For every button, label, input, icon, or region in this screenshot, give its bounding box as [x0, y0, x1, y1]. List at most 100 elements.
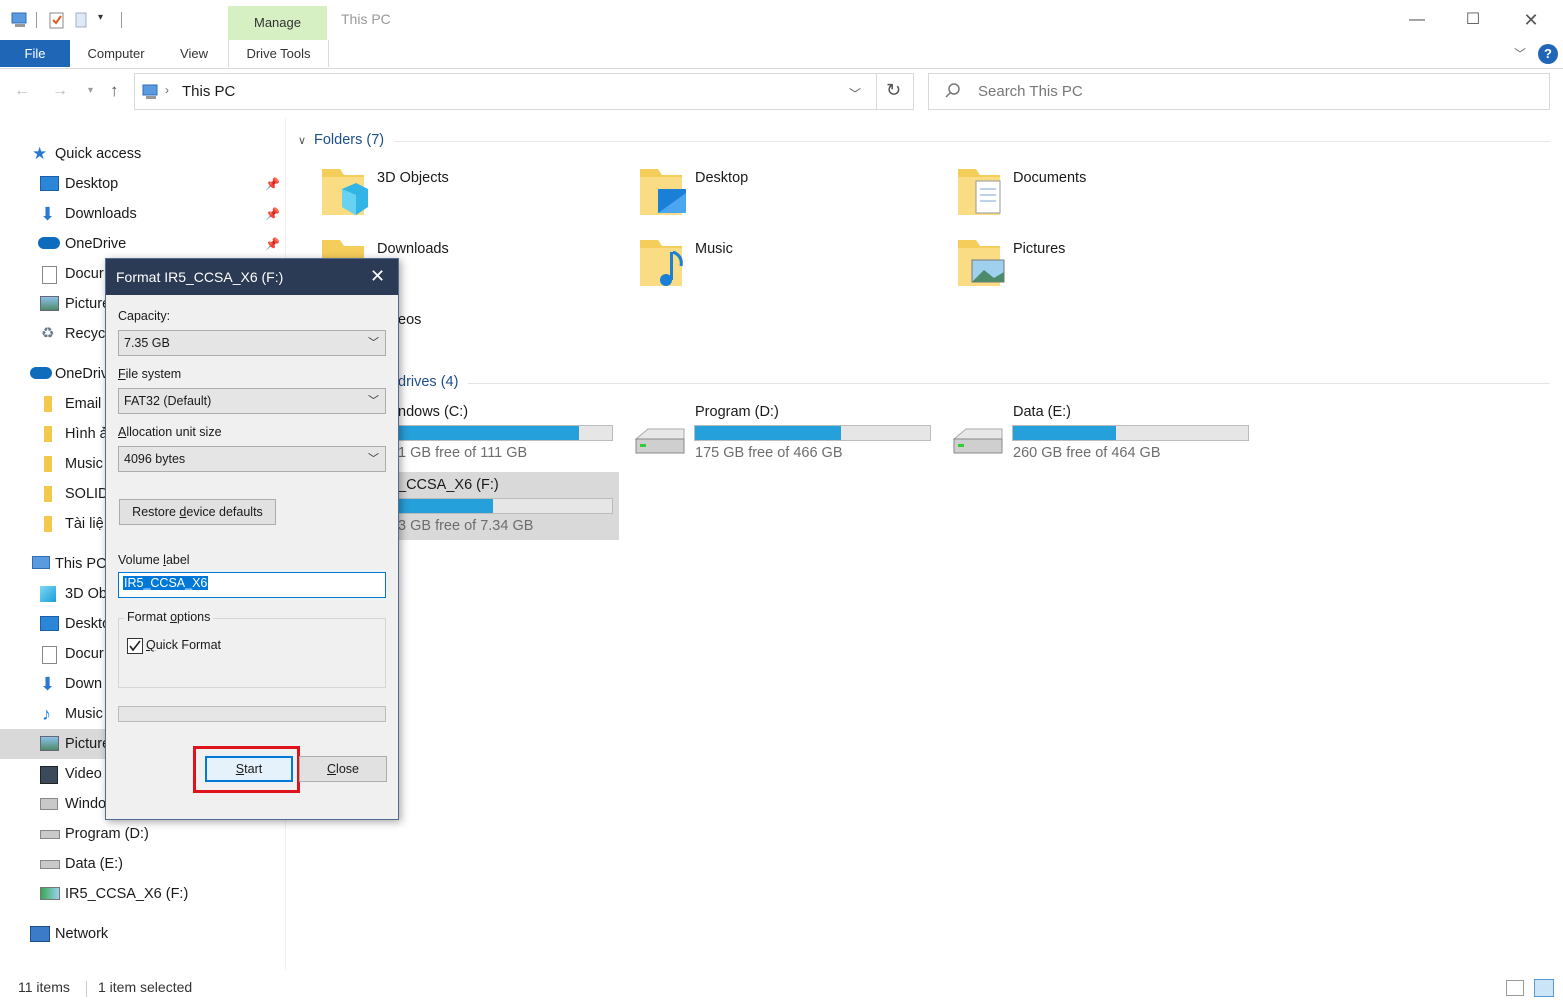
folder-label[interactable]: 3D Objects [377, 170, 449, 186]
folder-3d-objects-icon[interactable] [318, 163, 370, 219]
capacity-select[interactable]: 7.35 GB ﹀ [118, 330, 386, 356]
this-pc-icon [32, 556, 50, 569]
hard-drive-icon[interactable] [950, 425, 1004, 461]
nav-item-usb-drive[interactable]: IR5_CCSA_X6 (F:) [0, 879, 285, 909]
start-button[interactable]: Start [205, 756, 293, 782]
nav-label: Windo [65, 796, 107, 812]
folder-desktop-icon[interactable] [636, 163, 688, 219]
nav-quick-access[interactable]: ★ Quick access [0, 139, 285, 169]
folder-documents-icon[interactable] [954, 163, 1006, 219]
recycle-bin-icon: ♻ [41, 325, 55, 342]
folder-icon [44, 426, 52, 442]
quick-format-checkbox[interactable] [127, 638, 143, 654]
folder-label[interactable]: eos [398, 312, 421, 328]
details-view-icon[interactable] [1506, 980, 1524, 996]
nav-item-data-drive[interactable]: Data (E:) [0, 849, 285, 879]
nav-item-onedrive-quick[interactable]: OneDrive 📌 [0, 229, 285, 259]
nav-item-downloads[interactable]: ⬇ Downloads 📌 [0, 199, 285, 229]
address-dropdown-icon[interactable]: ﹀ [849, 85, 861, 102]
new-folder-icon[interactable] [74, 11, 90, 29]
nav-label: Network [55, 926, 109, 942]
chevron-down-icon: ﹀ [368, 337, 379, 349]
network-icon [30, 926, 50, 942]
quick-format-label[interactable]: Quick Format [146, 638, 221, 652]
nav-label: OneDriv [55, 366, 109, 382]
drive-free-space: 3 GB free of 7.34 GB [398, 518, 534, 534]
folder-pictures-icon[interactable] [954, 234, 1006, 290]
back-arrow-icon[interactable]: ← [14, 82, 30, 100]
maximize-button[interactable]: ☐ [1458, 8, 1488, 32]
nav-item-desktop[interactable]: Desktop 📌 [0, 169, 285, 199]
customize-qat-icon[interactable]: ▾ [98, 12, 103, 23]
pin-icon[interactable]: 📌 [265, 199, 280, 229]
drive-label[interactable]: _CCSA_X6 (F:) [398, 477, 499, 493]
pin-icon[interactable]: 📌 [265, 169, 280, 199]
address-bar[interactable] [134, 73, 914, 110]
drive-free-space: 175 GB free of 466 GB [695, 445, 843, 461]
drives-group-header[interactable]: drives (4) [398, 374, 458, 390]
folder-label[interactable]: Desktop [695, 170, 748, 186]
nav-label: Deskto [65, 616, 111, 632]
restore-defaults-button[interactable]: Restore device defaults [119, 499, 276, 525]
pin-icon[interactable]: 📌 [265, 229, 280, 259]
format-options-label: Format options [124, 610, 214, 624]
breadcrumb-chevron-icon[interactable]: › [165, 83, 169, 97]
close-button[interactable]: Close [299, 756, 387, 782]
picture-icon [40, 736, 59, 751]
forward-arrow-icon[interactable]: → [52, 82, 68, 100]
drive-free-space: 260 GB free of 464 GB [1013, 445, 1161, 461]
volume-label-value: IR5_CCSA_X6 [123, 576, 209, 590]
hard-drive-icon[interactable] [632, 425, 686, 461]
folders-group-header[interactable]: Folders (7) [314, 132, 384, 148]
close-window-button[interactable]: ✕ [1516, 8, 1546, 32]
dialog-title: Format IR5_CCSA_X6 (F:) [116, 269, 284, 285]
collapse-chevron-icon[interactable]: ∨ [298, 134, 306, 147]
usb-drive-icon [40, 887, 60, 900]
tab-drive-tools[interactable]: Drive Tools [228, 40, 329, 67]
nav-label: SOLID [65, 486, 109, 502]
help-icon[interactable]: ? [1538, 44, 1558, 64]
qat-separator [36, 12, 37, 28]
folder-label[interactable]: Downloads [377, 241, 449, 257]
document-icon [42, 266, 57, 284]
folder-label[interactable]: Music [695, 241, 733, 257]
drive-usage-fill [1013, 426, 1117, 440]
dialog-title-bar[interactable]: Format IR5_CCSA_X6 (F:) ✕ [106, 259, 398, 295]
nav-label: Music [65, 706, 103, 722]
drive-label[interactable]: Data (E:) [1013, 404, 1071, 420]
download-arrow-icon: ⬇ [40, 674, 56, 694]
drive-free-space: 1 GB free of 111 GB [398, 445, 528, 461]
nav-network[interactable]: Network [0, 919, 285, 949]
allocation-unit-select[interactable]: 4096 bytes ﹀ [118, 446, 386, 472]
tab-file[interactable]: File [0, 40, 70, 67]
properties-icon[interactable] [48, 11, 66, 29]
tab-view[interactable]: View [166, 40, 222, 67]
nav-label: Picture [65, 736, 111, 752]
desktop-icon [40, 176, 59, 191]
file-system-select[interactable]: FAT32 (Default) ﹀ [118, 388, 386, 414]
music-note-icon: ♪ [42, 704, 51, 724]
nav-item-program-drive[interactable]: Program (D:) [0, 819, 285, 849]
recent-locations-icon[interactable]: ▾ [88, 85, 93, 96]
drive-label[interactable]: ndows (C:) [398, 404, 468, 420]
format-dialog: Format IR5_CCSA_X6 (F:) ✕ Capacity: 7.35… [105, 258, 399, 820]
refresh-icon[interactable]: ↻ [886, 80, 901, 101]
search-icon [944, 82, 962, 100]
drive-label[interactable]: Program (D:) [695, 404, 779, 420]
volume-label-input[interactable]: IR5_CCSA_X6 [118, 572, 386, 598]
large-icons-view-icon[interactable] [1534, 979, 1554, 997]
folder-label[interactable]: Documents [1013, 170, 1086, 186]
minimize-button[interactable]: — [1402, 8, 1432, 32]
nav-label: IR5_CCSA_X6 (F:) [65, 886, 189, 902]
folder-music-icon[interactable] [636, 234, 688, 290]
drive-usage-fill [695, 426, 841, 440]
manage-tab[interactable]: Manage [228, 6, 327, 40]
drive-icon [40, 798, 58, 810]
tab-computer[interactable]: Computer [78, 40, 154, 67]
search-placeholder: Search This PC [978, 83, 1083, 100]
folder-label[interactable]: Pictures [1013, 241, 1065, 257]
up-arrow-icon[interactable]: ↑ [110, 81, 119, 101]
dialog-close-icon[interactable]: ✕ [370, 266, 385, 287]
expand-ribbon-icon[interactable]: ﹀ [1514, 45, 1526, 62]
breadcrumb-this-pc[interactable]: This PC [182, 83, 235, 100]
